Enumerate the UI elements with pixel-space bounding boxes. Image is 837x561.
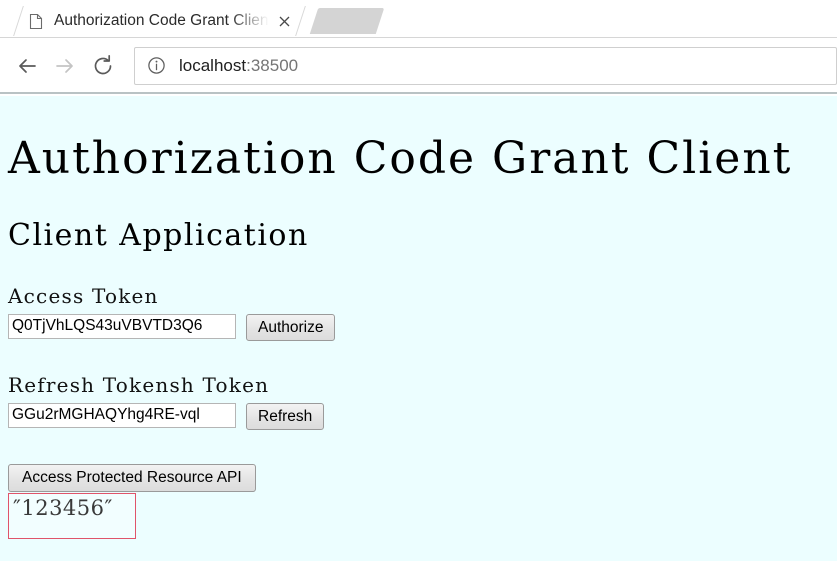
arrow-left-icon	[15, 54, 39, 78]
arrow-right-icon	[53, 54, 77, 78]
page-subtitle: Client Application	[8, 218, 309, 254]
reload-button[interactable]	[84, 47, 122, 85]
toolbar-divider	[0, 92, 837, 94]
access-protected-resource-button[interactable]: Access Protected Resource API	[8, 463, 256, 492]
refresh-button[interactable]: Refresh	[246, 402, 325, 430]
close-icon[interactable]	[274, 11, 294, 31]
browser-window: Authorization Code Grant Client localhos…	[0, 0, 837, 561]
page-title: Authorization Code Grant Client	[8, 133, 793, 184]
access-token-input[interactable]	[8, 313, 236, 339]
tab-title-fade	[230, 9, 272, 33]
tab-title-container: Authorization Code Grant Client	[54, 9, 272, 33]
info-circle-icon[interactable]	[147, 56, 167, 76]
refresh-token-input[interactable]	[8, 402, 236, 428]
access-token-label: Access Token	[8, 283, 159, 308]
reload-icon	[91, 54, 115, 78]
page-content: Authorization Code Grant Client Client A…	[0, 96, 837, 561]
tab-strip: Authorization Code Grant Client	[0, 0, 837, 38]
refresh-token-row: Refresh	[8, 402, 829, 430]
browser-toolbar: localhost:38500	[0, 38, 837, 94]
back-button[interactable]	[8, 47, 46, 85]
page-icon	[28, 13, 44, 30]
tab-active[interactable]: Authorization Code Grant Client	[14, 4, 300, 38]
refresh-token-label: Refresh Tokensh Token	[8, 372, 270, 397]
forward-button[interactable]	[46, 47, 84, 85]
access-token-row: Authorize	[8, 313, 829, 341]
tab-inactive[interactable]	[309, 8, 385, 34]
url-host: localhost	[179, 56, 247, 75]
authorize-button[interactable]: Authorize	[246, 313, 336, 341]
address-bar[interactable]: localhost:38500	[134, 47, 837, 85]
url-port: :38500	[246, 56, 299, 75]
protected-resource-section: Access Protected Resource API ″123456″	[8, 430, 829, 539]
address-bar-text: localhost:38500	[179, 56, 298, 76]
protected-resource-result: ″123456″	[8, 492, 136, 539]
